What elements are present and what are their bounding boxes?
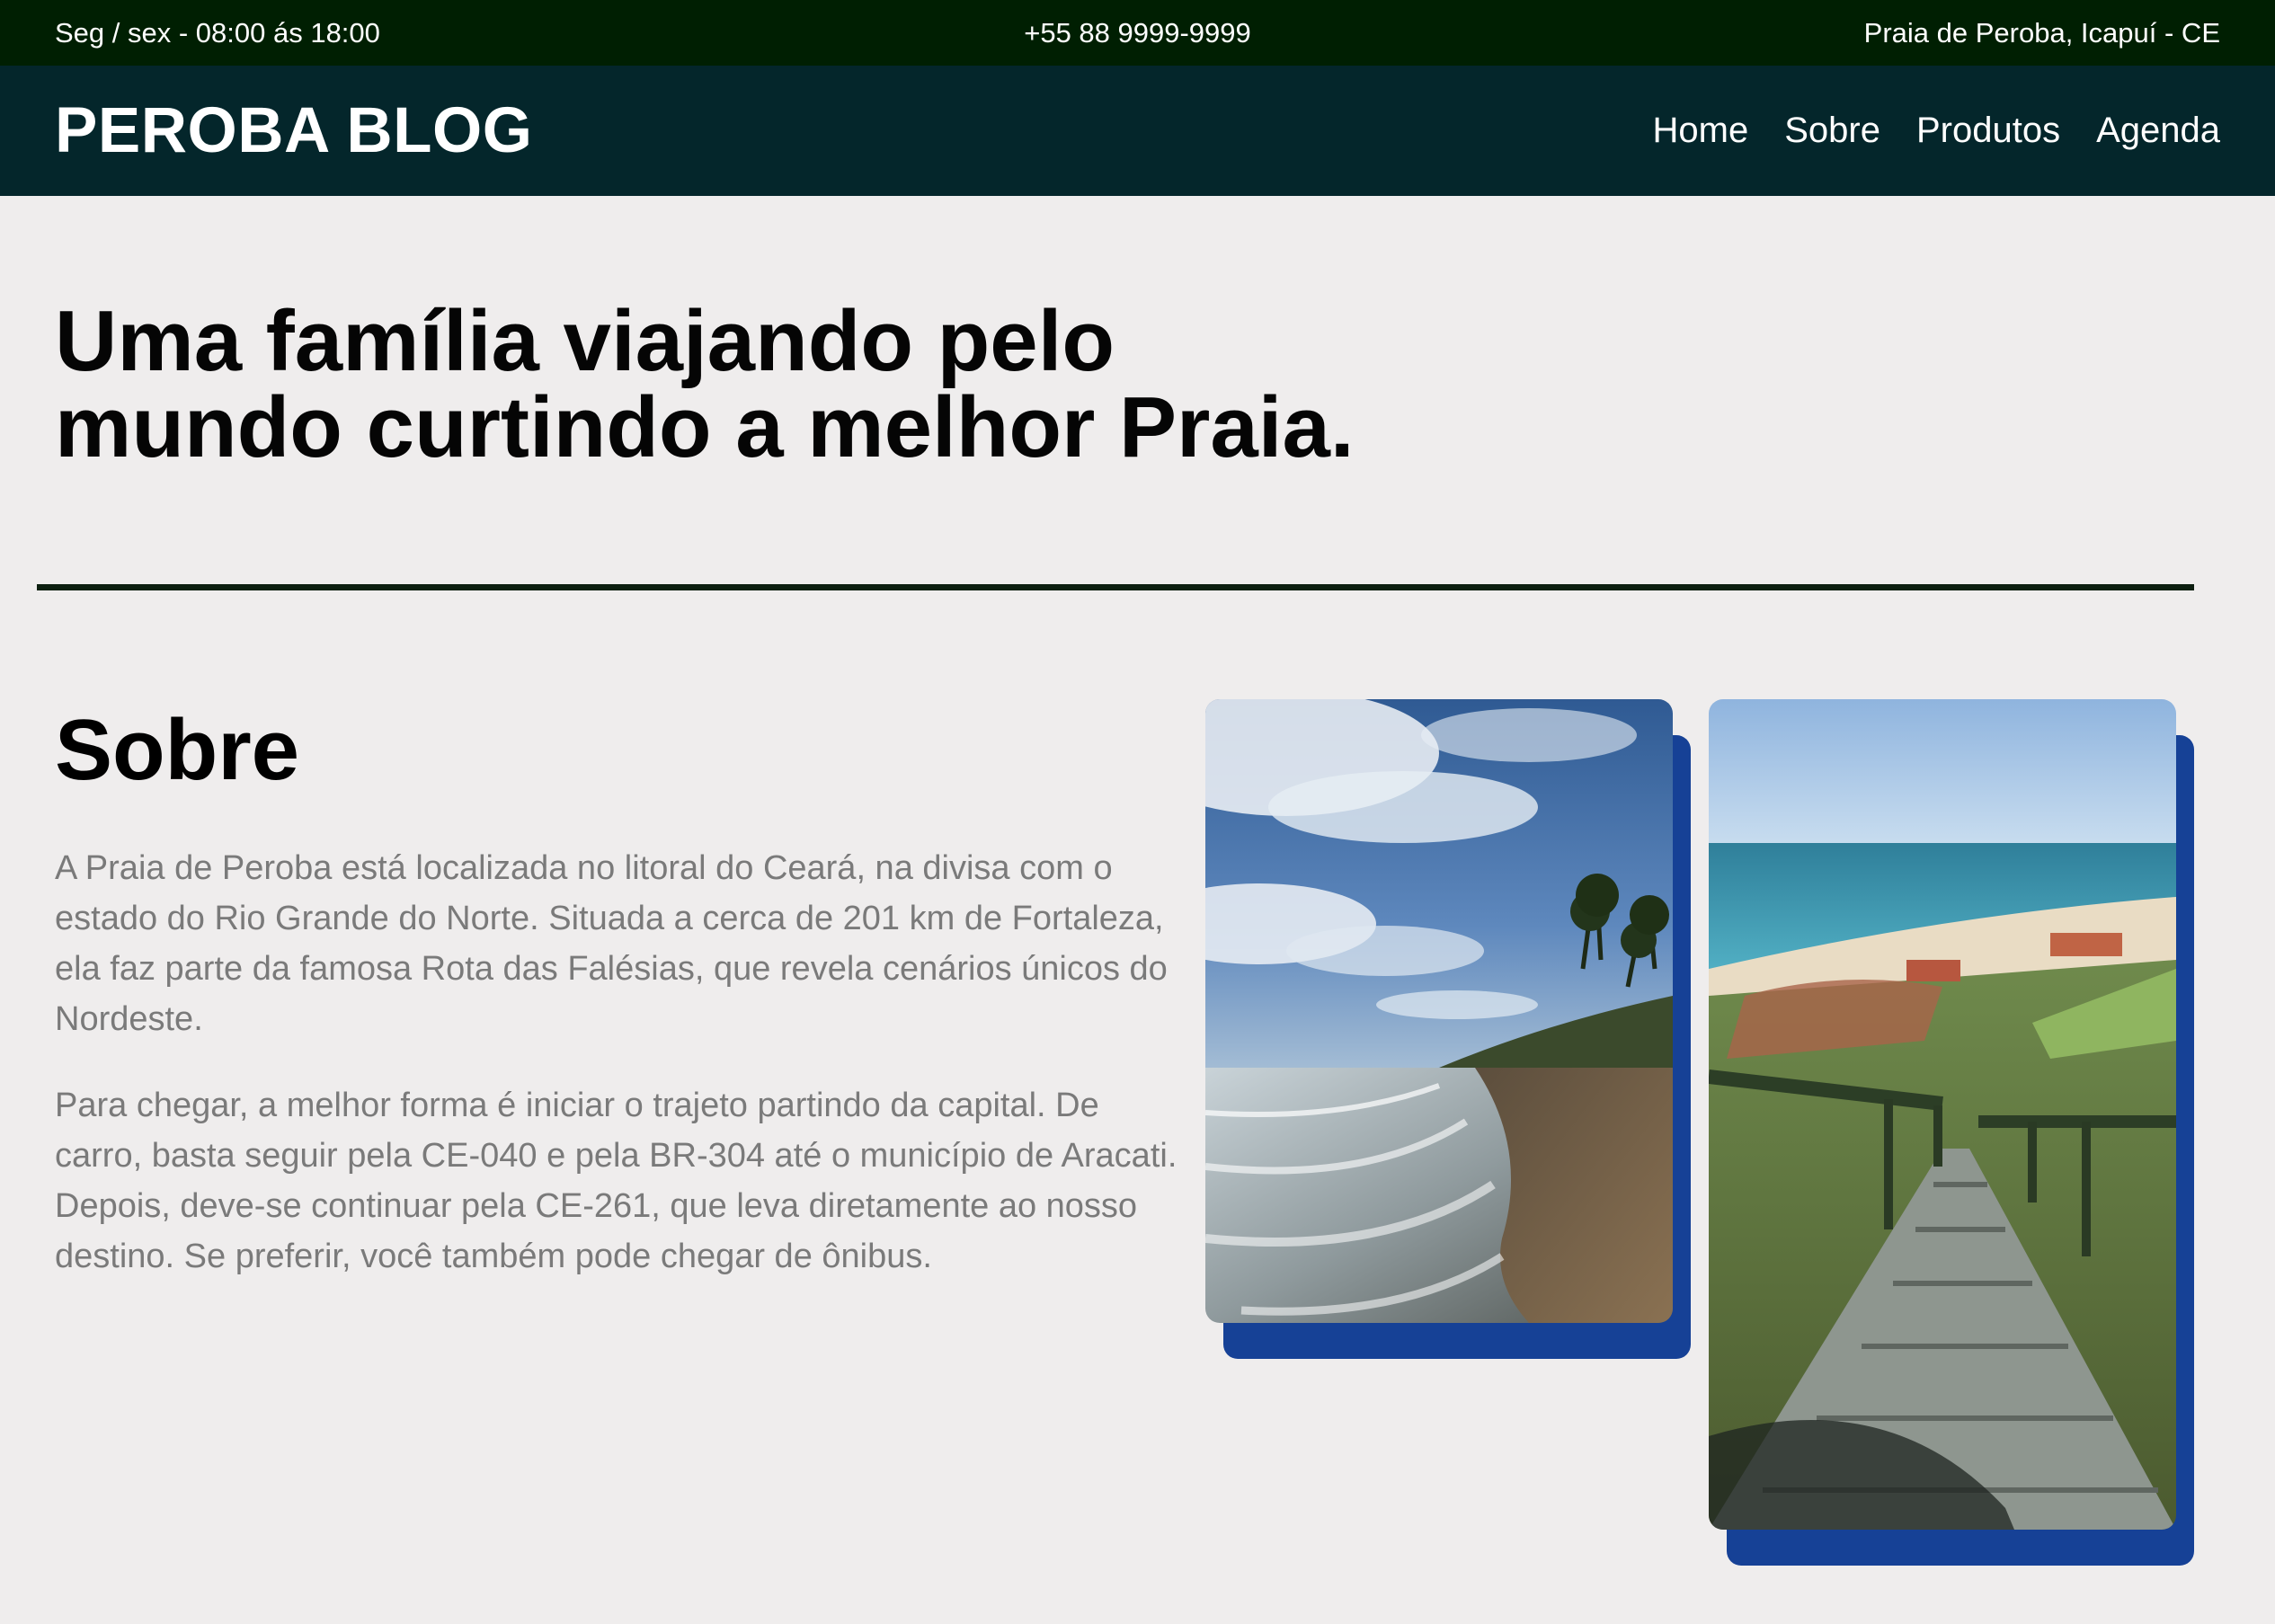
about-paragraph-1: A Praia de Peroba está localizada no lit…	[55, 849, 1168, 1038]
opening-hours: Seg / sex - 08:00 ás 18:00	[55, 16, 380, 49]
nav-home[interactable]: Home	[1653, 111, 1749, 151]
phone-number: +55 88 9999-9999	[1024, 16, 1251, 49]
section-divider	[37, 584, 2194, 590]
location-text: Praia de Peroba, Icapuí - CE	[1863, 16, 2220, 49]
about-title: Sobre	[55, 702, 300, 798]
nav-agenda[interactable]: Agenda	[2096, 111, 2220, 151]
about-text: A Praia de Peroba está localizada no lit…	[55, 843, 1187, 1282]
main-header: PEROBA BLOG Home Sobre Produtos Agenda	[0, 66, 2275, 196]
hero-title-line2: mundo curtindo a melhor Praia.	[55, 379, 1355, 475]
stairs-image	[1709, 699, 2176, 1530]
main-nav: Home Sobre Produtos Agenda	[1653, 111, 2220, 151]
beach-image	[1205, 699, 1673, 1323]
about-paragraph-2: Para chegar, a melhor forma é iniciar o …	[55, 1087, 1177, 1275]
nav-sobre[interactable]: Sobre	[1784, 111, 1880, 151]
hero-title-line1: Uma família viajando pelo	[55, 293, 1115, 389]
hero-title: Uma família viajando pelo mundo curtindo…	[55, 298, 1493, 471]
brand-logo[interactable]: PEROBA BLOG	[55, 94, 532, 167]
top-info-bar: Seg / sex - 08:00 ás 18:00 +55 88 9999-9…	[0, 0, 2275, 66]
photo-stairs	[1709, 699, 2176, 1530]
nav-produtos[interactable]: Produtos	[1916, 111, 2060, 151]
photo-beach	[1205, 699, 1673, 1323]
